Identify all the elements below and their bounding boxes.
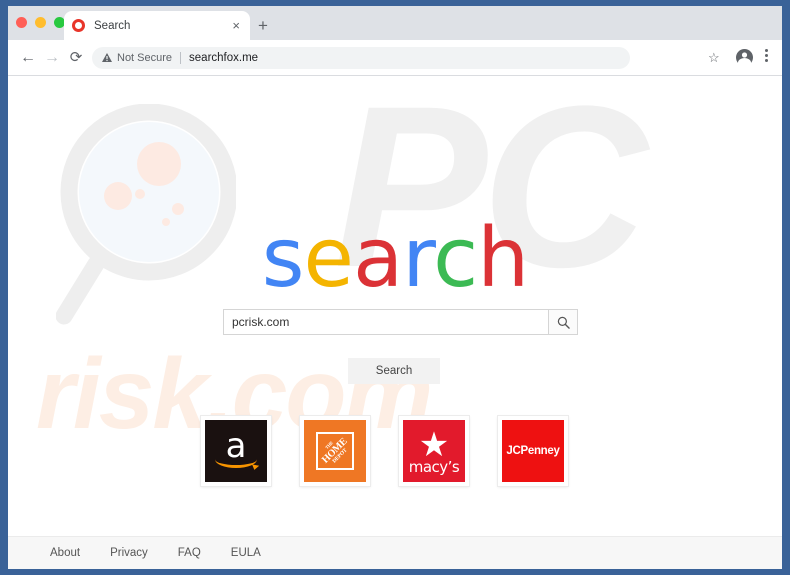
shortcut-tile-jcpenney[interactable]: JCPenney xyxy=(498,416,568,486)
footer-link-privacy[interactable]: Privacy xyxy=(110,547,148,559)
profile-account-icon[interactable] xyxy=(736,49,753,67)
shortcut-tile-amazon[interactable]: a xyxy=(201,416,271,486)
browser-toolbar: ← → ⟳ Not Secure searchfox.me ☆ xyxy=(8,40,782,76)
macys-logo-icon: ★ macy’s xyxy=(403,420,465,482)
jcpenney-logo-icon: JCPenney xyxy=(502,420,564,482)
address-bar[interactable]: Not Secure searchfox.me xyxy=(92,47,630,69)
address-bar-url: searchfox.me xyxy=(189,52,259,64)
browser-tab-search[interactable]: Search × xyxy=(64,11,250,40)
tab-close-icon[interactable]: × xyxy=(230,19,242,32)
logo-letter-e: e xyxy=(303,211,354,306)
home-depot-logo-icon: THE HOME DEPOT xyxy=(304,420,366,482)
new-tab-button[interactable]: + xyxy=(258,17,268,34)
home-depot-box-icon: THE HOME DEPOT xyxy=(316,432,354,470)
search-bar xyxy=(223,309,578,335)
forward-arrow-icon[interactable]: → xyxy=(42,48,62,68)
logo-letter-c: c xyxy=(433,211,478,306)
search-magnifier-button[interactable] xyxy=(548,309,578,335)
bookmark-star-icon[interactable]: ☆ xyxy=(708,50,720,66)
os-window-frame: Search × + ← → ⟳ Not Secure searchfox.me… xyxy=(0,0,790,575)
page-viewport: PC risk.com search Search xyxy=(8,76,782,569)
shortcut-tiles: a THE HOME DEPOT ★ macy’s JCPenney xyxy=(201,416,568,486)
warning-triangle-icon xyxy=(102,52,112,64)
macys-wordmark: macy’s xyxy=(408,458,460,476)
logo-letter-h: h xyxy=(477,211,529,306)
amazon-smile-icon xyxy=(215,451,257,468)
back-arrow-icon[interactable]: ← xyxy=(18,48,38,68)
shortcut-tile-macys[interactable]: ★ macy’s xyxy=(399,416,469,486)
amazon-logo-icon: a xyxy=(205,420,267,482)
site-logo: search xyxy=(8,218,782,300)
window-minimize-button[interactable] xyxy=(35,17,46,28)
security-status-text: Not Secure xyxy=(117,52,173,64)
tab-strip: Search × + xyxy=(8,6,782,40)
omnibox-divider xyxy=(180,52,182,64)
search-submit-button[interactable]: Search xyxy=(348,358,440,384)
logo-letter-s: s xyxy=(261,211,305,306)
jcpenney-wordmark: JCPenney xyxy=(506,445,560,457)
shortcut-tile-home-depot[interactable]: THE HOME DEPOT xyxy=(300,416,370,486)
footer-link-eula[interactable]: EULA xyxy=(231,547,261,559)
logo-letter-a: a xyxy=(352,211,403,306)
macys-star-icon: ★ xyxy=(418,426,450,464)
tab-title: Search xyxy=(94,19,131,32)
search-input[interactable] xyxy=(223,309,548,335)
reload-icon[interactable]: ⟳ xyxy=(66,48,86,68)
three-dot-menu-icon[interactable] xyxy=(765,49,768,66)
tab-favicon-icon xyxy=(72,19,85,32)
window-close-button[interactable] xyxy=(16,17,27,28)
page-footer: About Privacy FAQ EULA xyxy=(8,536,782,569)
home-depot-wordmark: THE HOME DEPOT xyxy=(317,433,354,470)
window-traffic-lights xyxy=(16,17,65,28)
footer-link-about[interactable]: About xyxy=(50,547,80,559)
footer-link-faq[interactable]: FAQ xyxy=(178,547,201,559)
browser-window: Search × + ← → ⟳ Not Secure searchfox.me… xyxy=(8,6,782,569)
logo-letter-r: r xyxy=(402,211,434,306)
